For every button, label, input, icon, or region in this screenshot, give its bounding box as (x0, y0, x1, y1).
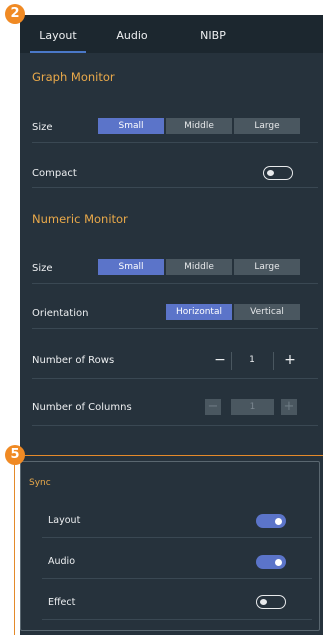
numeric-monitor-title: Numeric Monitor (32, 212, 128, 226)
sync-audio-toggle[interactable] (256, 555, 286, 569)
divider (32, 378, 318, 379)
graph-size-large-option[interactable]: Large (234, 118, 300, 134)
orientation-label: Orientation (32, 308, 89, 319)
compact-toggle[interactable] (263, 166, 293, 180)
rows-increment-button[interactable]: + (280, 350, 300, 370)
numeric-size-large-option[interactable]: Large (234, 259, 300, 275)
divider (42, 619, 312, 620)
numeric-size-label: Size (32, 263, 53, 274)
orientation-selector: Horizontal Vertical (166, 304, 300, 320)
numeric-size-middle-option[interactable]: Middle (166, 259, 232, 275)
graph-size-small-option[interactable]: Small (98, 118, 164, 134)
columns-increment-button[interactable]: + (281, 399, 297, 415)
tab-layout[interactable]: Layout (26, 15, 90, 53)
divider (32, 283, 318, 284)
callout-badge-2: 2 (5, 4, 25, 24)
divider (32, 425, 318, 426)
columns-value[interactable]: 1 (231, 399, 274, 415)
divider (42, 537, 312, 538)
divider (42, 578, 312, 579)
sync-effect-label: Effect (48, 597, 76, 608)
toggle-knob (260, 598, 267, 605)
orientation-horizontal-option[interactable]: Horizontal (166, 304, 232, 320)
graph-size-middle-option[interactable]: Middle (166, 118, 232, 134)
graph-size-label: Size (32, 122, 53, 133)
rows-decrement-button[interactable]: − (210, 350, 230, 370)
divider (32, 187, 318, 188)
sync-effect-toggle[interactable] (256, 595, 286, 609)
sync-title: Sync (29, 478, 51, 488)
numeric-size-small-option[interactable]: Small (98, 259, 164, 275)
rows-label: Number of Rows (32, 355, 115, 366)
toggle-knob (275, 558, 282, 566)
sync-section: Sync Layout Audio Effect (20, 461, 320, 631)
numeric-size-selector: Small Middle Large (98, 259, 300, 275)
compact-label: Compact (32, 168, 77, 179)
tab-nibp[interactable]: NIBP (186, 15, 240, 53)
sync-audio-label: Audio (48, 556, 76, 567)
orientation-vertical-option[interactable]: Vertical (234, 304, 300, 320)
toggle-knob (267, 169, 274, 176)
callout-badge-5: 5 (5, 445, 25, 465)
tab-bar: Layout Audio NIBP (20, 15, 323, 53)
divider (32, 142, 318, 143)
sync-layout-label: Layout (48, 515, 81, 526)
columns-stepper: − 1 + (205, 399, 305, 423)
tab-audio[interactable]: Audio (102, 15, 162, 53)
sync-layout-toggle[interactable] (256, 514, 286, 528)
divider (32, 328, 318, 329)
graph-monitor-title: Graph Monitor (32, 70, 115, 84)
graph-size-selector: Small Middle Large (98, 118, 300, 134)
rows-value[interactable]: 1 (232, 350, 272, 370)
columns-decrement-button[interactable]: − (205, 399, 221, 415)
stepper-separator (273, 352, 274, 370)
toggle-knob (275, 517, 282, 525)
rows-stepper: − 1 + (210, 350, 310, 374)
columns-label: Number of Columns (32, 402, 132, 413)
